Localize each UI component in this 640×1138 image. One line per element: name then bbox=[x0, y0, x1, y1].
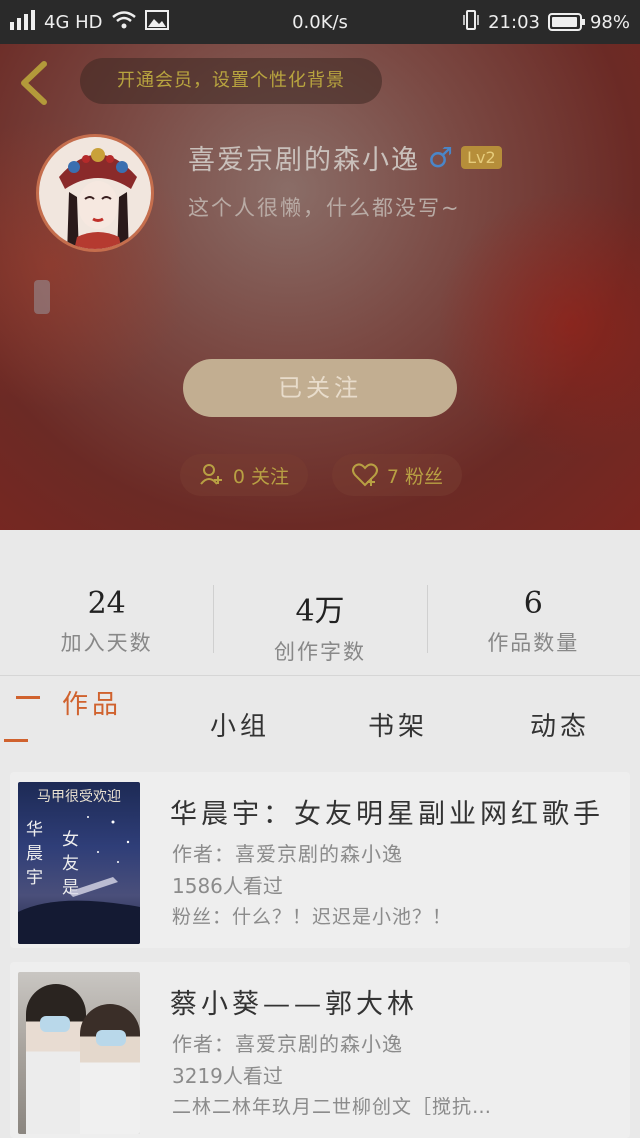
work-description: 二林二林年玖月二世柳创文［搅抗… bbox=[172, 1096, 493, 1118]
follow-button[interactable]: 已关注 bbox=[183, 359, 457, 417]
work-author: 作者：喜爱京剧的森小逸 bbox=[172, 842, 403, 866]
stats-row: 24 加入天数 4万 创作字数 6 作品数量 bbox=[0, 530, 640, 675]
stat-word-count: 4万 创作字数 bbox=[213, 530, 426, 675]
heart-icon bbox=[351, 463, 378, 487]
signal-bars-icon bbox=[10, 9, 36, 35]
battery-percent: 98% bbox=[589, 11, 630, 33]
work-card[interactable]: 马甲很受欢迎 华晨宇 女友是明星 华晨宇：女友明星副业网红歌手 作者：喜爱京剧的… bbox=[10, 772, 630, 948]
clock: 21:03 bbox=[488, 11, 540, 33]
cover-title: 马甲很受欢迎 bbox=[37, 789, 121, 805]
tab-group[interactable]: 小组 bbox=[210, 706, 270, 743]
tab-bar: 作品 小组 书架 动态 bbox=[0, 676, 640, 762]
person-figure bbox=[26, 984, 86, 1134]
face-mask bbox=[96, 1030, 126, 1046]
network-type: 4G HD bbox=[44, 11, 103, 33]
book-cover bbox=[18, 972, 140, 1134]
book-cover: 马甲很受欢迎 华晨宇 女友是明星 bbox=[18, 782, 140, 944]
battery-icon bbox=[547, 13, 585, 31]
back-button[interactable] bbox=[14, 58, 54, 108]
stat-value: 4万 bbox=[295, 594, 345, 629]
wifi-icon bbox=[111, 10, 137, 35]
status-bar: 4G HD 0.0K/s 21:03 98% bbox=[0, 0, 640, 44]
stat-label: 作品数量 bbox=[487, 631, 580, 655]
stat-days-joined: 24 加入天数 bbox=[0, 530, 213, 675]
work-description: 粉丝：什么？！迟迟是小池？！ bbox=[172, 906, 453, 928]
following-button[interactable]: 0 关注 bbox=[180, 454, 308, 496]
cover-text: 女友是明星 bbox=[62, 830, 79, 944]
network-speed: 0.0K/s bbox=[292, 11, 348, 33]
chevron-left-icon bbox=[21, 61, 47, 105]
add-user-icon bbox=[200, 464, 222, 485]
vip-banner[interactable]: 开通会员，设置个性化背景 bbox=[80, 58, 382, 104]
tab-bookshelf[interactable]: 书架 bbox=[368, 706, 428, 743]
male-icon: ♂ bbox=[428, 141, 454, 174]
tab-active-underline bbox=[4, 739, 28, 742]
bio: 这个人很懒，什么都没写~ bbox=[188, 196, 461, 220]
vibrate-icon bbox=[462, 9, 480, 36]
cover-text: 华晨宇 bbox=[26, 820, 43, 888]
avatar[interactable] bbox=[36, 134, 154, 252]
tab-active-mark bbox=[16, 696, 40, 699]
opera-portrait-image bbox=[39, 137, 151, 249]
tab-feed[interactable]: 动态 bbox=[530, 706, 590, 743]
tag-placeholder bbox=[34, 280, 50, 314]
stat-value: 6 bbox=[523, 586, 543, 621]
username: 喜爱京剧的森小逸 bbox=[188, 145, 420, 176]
tab-works[interactable]: 作品 bbox=[62, 684, 122, 721]
work-title: 蔡小葵——郭大林 bbox=[170, 989, 418, 1020]
stat-label: 创作字数 bbox=[273, 640, 366, 664]
work-author: 作者：喜爱京剧的森小逸 bbox=[172, 1032, 403, 1056]
following-count: 0 关注 bbox=[232, 465, 290, 488]
profile-header: 开通会员，设置个性化背景 喜爱京剧的森小逸 ♂ Lv2 这个人很懒，什么都没写~… bbox=[0, 44, 640, 530]
work-views: 3219人看过 bbox=[172, 1064, 283, 1088]
work-views: 1586人看过 bbox=[172, 874, 283, 898]
level-badge: Lv2 bbox=[461, 146, 502, 169]
face-mask bbox=[40, 1016, 70, 1032]
stat-works-count: 6 作品数量 bbox=[426, 530, 640, 675]
work-title: 华晨宇：女友明星副业网红歌手 bbox=[170, 799, 604, 830]
stat-label: 加入天数 bbox=[60, 631, 153, 655]
fans-button[interactable]: 7 粉丝 bbox=[332, 454, 462, 496]
person-figure bbox=[80, 1004, 140, 1134]
work-card[interactable]: 蔡小葵——郭大林 作者：喜爱京剧的森小逸 3219人看过 二林二林年玖月二世柳创… bbox=[10, 962, 630, 1138]
fans-count: 7 粉丝 bbox=[386, 465, 444, 488]
image-icon bbox=[144, 9, 169, 35]
stat-value: 24 bbox=[87, 586, 126, 621]
